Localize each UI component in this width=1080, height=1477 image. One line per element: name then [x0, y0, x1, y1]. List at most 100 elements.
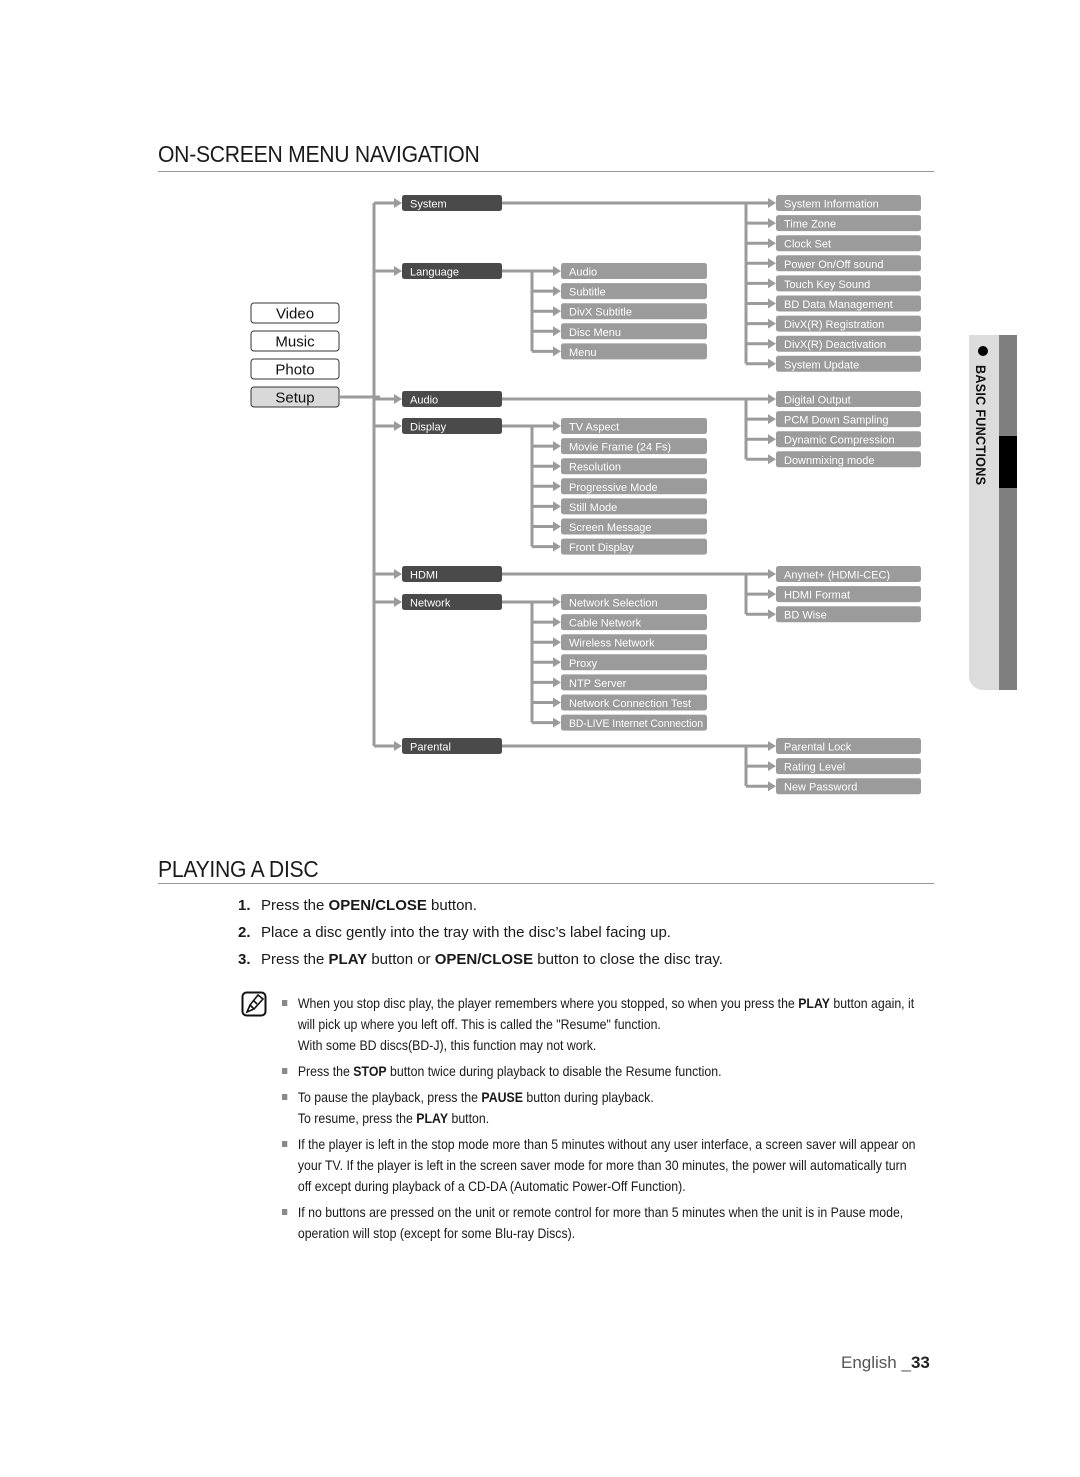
text-run: To resume, press the	[297, 1110, 417, 1126]
category-hdmi-label: HDMI	[410, 570, 438, 582]
arrow-head-icon	[553, 266, 561, 276]
submenu-item-label: Front Display	[569, 542, 634, 554]
submenu-item-label: Menu	[569, 347, 597, 359]
arrow-head-icon	[394, 741, 402, 751]
submenu-item-label: NTP Server	[569, 678, 627, 690]
note-item: When you stop disc play, the player reme…	[282, 993, 922, 1056]
step-number: 1.	[238, 897, 251, 914]
note-item: If no buttons are pressed on the unit or…	[282, 1202, 922, 1244]
arrow-head-icon	[553, 697, 561, 708]
arrow-head-icon	[553, 657, 561, 668]
submenu-item-label: Resolution	[569, 462, 621, 474]
arrow-head-icon	[394, 198, 402, 208]
arrow-head-icon	[768, 454, 776, 465]
arrow-head-icon	[553, 286, 561, 297]
bullet-square-icon	[282, 1141, 288, 1147]
main-menu-item-label: Photo	[275, 362, 314, 379]
footer-language: English _	[841, 1353, 911, 1372]
submenu-item-label: Movie Frame (24 Fs)	[569, 442, 671, 454]
category-display-label: Display	[410, 422, 447, 434]
button-name: PLAY	[416, 1110, 449, 1126]
main-menu-item-label: Music	[275, 334, 315, 351]
arrow-head-icon	[553, 677, 561, 688]
step-text: Press the OPEN/CLOSE button.	[261, 897, 477, 924]
submenu-item-label: System Information	[784, 199, 879, 211]
arrow-head-icon	[768, 589, 776, 600]
arrow-head-icon	[394, 597, 402, 607]
text-run: button or	[367, 951, 435, 968]
category-audio-label: Audio	[410, 395, 438, 407]
arrow-head-icon	[553, 326, 561, 337]
notes-list: When you stop disc play, the player reme…	[282, 993, 922, 1249]
arrow-head-icon	[768, 781, 776, 792]
submenu-item-label: New Password	[784, 782, 857, 794]
submenu-item-label: Touch Key Sound	[784, 279, 870, 291]
side-tab-label: BASIC FUNCTIONS	[973, 365, 989, 486]
button-name: PAUSE	[481, 1089, 523, 1105]
note-text: If the player is left in the stop mode m…	[298, 1136, 916, 1194]
arrow-head-icon	[394, 394, 402, 404]
submenu-item-label: BD Wise	[784, 610, 827, 622]
arrow-head-icon	[768, 609, 776, 620]
submenu-item-label: BD-LIVE Internet Connection	[569, 718, 703, 730]
submenu-item-label: Wireless Network	[569, 638, 655, 650]
text-run: button to close the disc tray.	[533, 951, 723, 968]
submenu-item-label: Disc Menu	[569, 327, 621, 339]
submenu-item-label: BD Data Management	[784, 299, 893, 311]
note-pencil-icon	[241, 991, 267, 1017]
page-footer: English _33	[841, 1353, 930, 1373]
arrow-head-icon	[768, 761, 776, 772]
text-run: button twice during playback to disable …	[386, 1063, 722, 1079]
button-name: STOP	[353, 1063, 387, 1079]
category-network-label: Network	[410, 598, 451, 610]
submenu-item-label: DivX(R) Registration	[784, 319, 884, 331]
side-tab-basic-functions: BASIC FUNCTIONS	[969, 335, 1017, 690]
arrow-head-icon	[553, 306, 561, 317]
note-text: When you stop disc play, the player reme…	[298, 995, 914, 1053]
main-menu-item-label: Video	[276, 306, 314, 323]
submenu-item-label: HDMI Format	[784, 590, 850, 602]
text-run: Press the	[261, 951, 329, 968]
section-title-playing-disc: PLAYING A DISC	[158, 856, 319, 882]
submenu-item-label: Dynamic Compression	[784, 435, 895, 447]
page-number: 33	[910, 1353, 930, 1372]
arrow-head-icon	[768, 258, 776, 269]
step-item: 1. Press the OPEN/CLOSE button.	[238, 897, 723, 924]
arrow-head-icon	[394, 266, 402, 276]
step-number: 3.	[238, 951, 251, 968]
submenu-item-label: Downmixing mode	[784, 455, 874, 467]
arrow-head-icon	[768, 318, 776, 329]
arrow-head-icon	[768, 338, 776, 349]
arrow-head-icon	[553, 617, 561, 628]
note-text: To pause the playback, press the PAUSE b…	[298, 1089, 654, 1126]
submenu-item-label: Rating Level	[784, 762, 845, 774]
step-text: Press the PLAY button or OPEN/CLOSE butt…	[261, 951, 723, 978]
note-item: To pause the playback, press the PAUSE b…	[282, 1087, 922, 1129]
bullet-square-icon	[282, 1094, 288, 1100]
step-number: 2.	[238, 924, 251, 941]
text-run: Press the	[297, 1063, 354, 1079]
submenu-item-label: Subtitle	[569, 287, 606, 299]
text-run: Press the	[261, 897, 329, 914]
text-run: button.	[426, 897, 477, 914]
main-menu-item-label: Setup	[275, 390, 314, 407]
arrow-head-icon	[553, 461, 561, 472]
submenu-item-label: Screen Message	[569, 522, 652, 534]
bullet-square-icon	[282, 1209, 288, 1215]
side-tab-stripe	[999, 335, 1017, 690]
submenu-item-label: Still Mode	[569, 502, 617, 514]
arrow-head-icon	[394, 421, 402, 431]
step-text: Place a disc gently into the tray with t…	[261, 924, 671, 951]
steps-list: 1. Press the OPEN/CLOSE button. 2. Place a …	[238, 897, 723, 978]
arrow-head-icon	[768, 238, 776, 249]
submenu-item-label: Network Connection Test	[569, 698, 691, 710]
category-parental-label: Parental	[410, 742, 451, 754]
arrow-head-icon	[553, 421, 561, 431]
submenu-item-label: DivX(R) Deactivation	[784, 339, 886, 351]
note-item: If the player is left in the stop mode m…	[282, 1134, 922, 1197]
note-text: Press the STOP button twice during playb…	[298, 1063, 722, 1079]
arrow-head-icon	[768, 198, 776, 208]
submenu-item-label: Power On/Off sound	[784, 259, 883, 271]
note-item: Press the STOP button twice during playb…	[282, 1061, 922, 1082]
step-item: 3. Press the PLAY button or OPEN/CLOSE bu…	[238, 951, 723, 978]
